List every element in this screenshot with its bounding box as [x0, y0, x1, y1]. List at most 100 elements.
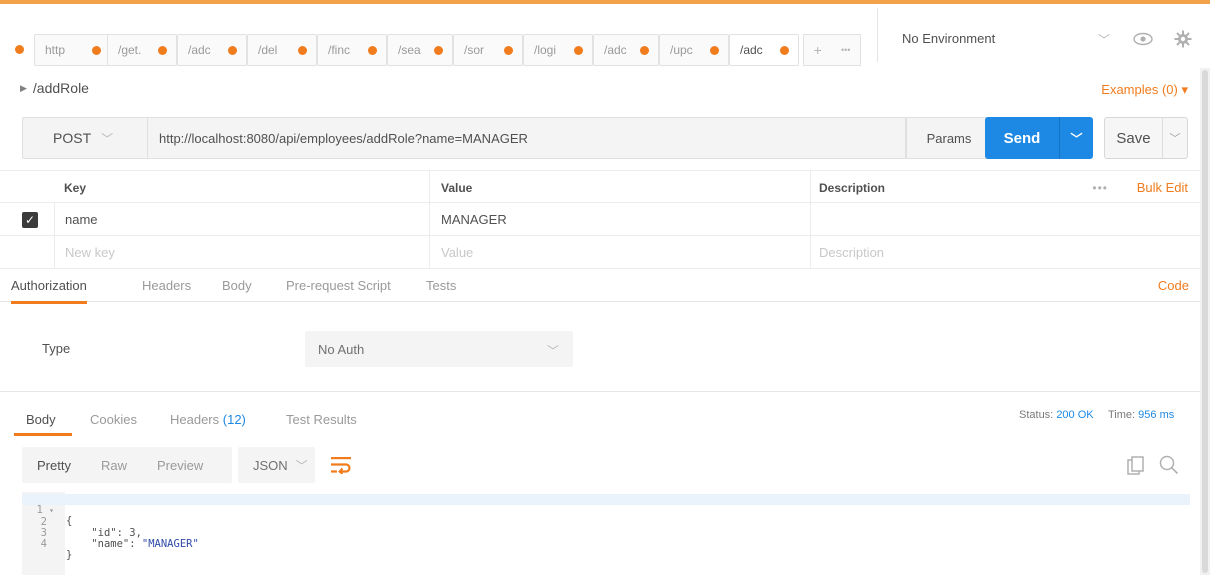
request-name-toggle[interactable]: ▶ /addRole: [20, 80, 89, 96]
tab-label: http: [45, 43, 66, 57]
page-scrollbar[interactable]: [1200, 68, 1210, 575]
format-preview[interactable]: Preview: [142, 458, 218, 473]
send-button[interactable]: Send ﹀: [985, 117, 1093, 159]
row-enabled-checkbox[interactable]: ✓: [22, 211, 38, 228]
more-tabs-button[interactable]: •••: [841, 45, 850, 55]
chevron-down-icon: ﹀: [101, 131, 114, 146]
active-tab-indicator: [14, 433, 72, 436]
unsaved-dot: [92, 46, 101, 55]
tab-label: /sea: [398, 43, 421, 57]
request-tab[interactable]: /sea: [387, 34, 453, 66]
request-tab[interactable]: /finc: [317, 34, 387, 66]
new-tab-button[interactable]: +: [814, 42, 822, 58]
response-body-viewer[interactable]: 1 ▾ { 2 "id": 3, 3 "name": "MANAGER" 4 }: [22, 492, 1190, 575]
request-tab[interactable]: /logi: [523, 34, 593, 66]
request-tab[interactable]: http: [34, 34, 111, 66]
save-label: Save: [1116, 129, 1151, 147]
request-tab[interactable]: /get.: [107, 34, 177, 66]
tab-pre-request-script[interactable]: Pre-request Script: [286, 278, 391, 293]
scrollbar-thumb[interactable]: [1202, 70, 1208, 573]
more-options-button[interactable]: •••: [1092, 181, 1108, 195]
headers-count-badge: (12): [222, 412, 246, 427]
chevron-down-icon: ﹀: [295, 458, 308, 473]
chevron-down-icon: ﹀: [1097, 33, 1110, 47]
generate-code-link[interactable]: Code: [1158, 278, 1189, 293]
response-tab-body[interactable]: Body: [26, 412, 56, 427]
unsaved-dot: [15, 45, 24, 54]
unsaved-dot: [228, 46, 237, 55]
request-tab[interactable]: /adc: [593, 34, 659, 66]
divider: [0, 391, 1200, 392]
request-tab[interactable]: /sor: [453, 34, 523, 66]
new-key-input[interactable]: New key: [54, 236, 429, 269]
json-key: "name": [91, 538, 130, 550]
format-pretty[interactable]: Pretty: [22, 458, 86, 473]
row-checkbox-cell: ✓: [22, 203, 54, 236]
method-select[interactable]: POST ﹀: [22, 117, 148, 159]
line-number: 4: [40, 538, 47, 550]
response-status: Status: 200 OK: [1019, 409, 1094, 421]
request-tab[interactable]: /adc: [177, 34, 247, 66]
response-tab-test-results[interactable]: Test Results: [286, 412, 357, 427]
divider: [877, 8, 878, 62]
gear-icon: [1174, 30, 1192, 48]
response-time: Time: 956 ms: [1108, 409, 1174, 421]
time-value: 956 ms: [1138, 409, 1175, 421]
auth-type-label: Type: [42, 341, 71, 356]
key-column-header: Key: [64, 180, 87, 195]
tab-authorization[interactable]: Authorization: [11, 278, 87, 304]
caret-right-icon: ▶: [20, 82, 27, 93]
url-input[interactable]: http://localhost:8080/api/employees/addR…: [148, 117, 906, 159]
table-row: ✓ name MANAGER: [0, 203, 1200, 236]
value-column-header: Value: [429, 171, 810, 204]
code-line: 4 }: [22, 528, 1190, 561]
tab-body[interactable]: Body: [222, 278, 252, 293]
language-select[interactable]: JSON ﹀: [238, 447, 315, 483]
environment-settings-button[interactable]: [1166, 22, 1200, 56]
params-table-header: Key Value Description ••• Bulk Edit: [0, 170, 1200, 204]
time-label: Time:: [1108, 409, 1136, 421]
tab-label: /adc: [604, 43, 627, 57]
request-tab[interactable]: /del: [247, 34, 317, 66]
param-value-input[interactable]: MANAGER: [429, 203, 810, 236]
url-value: http://localhost:8080/api/employees/addR…: [159, 130, 528, 146]
unsaved-dot: [368, 46, 377, 55]
examples-dropdown[interactable]: Examples (0) ▾: [1101, 82, 1188, 98]
param-description-input[interactable]: [810, 203, 1200, 236]
tab-label: /upc: [670, 43, 693, 57]
request-tab[interactable]: /upc: [659, 34, 729, 66]
response-tab-cookies[interactable]: Cookies: [90, 412, 137, 427]
new-description-input[interactable]: Description: [810, 236, 1200, 269]
brace: }: [66, 549, 73, 561]
response-tab-headers[interactable]: Headers (12): [170, 412, 246, 427]
new-value-input[interactable]: Value: [429, 236, 810, 269]
request-tab-active[interactable]: /adc: [729, 34, 799, 66]
status-value: 200 OK: [1056, 409, 1094, 421]
eye-icon: [1133, 32, 1153, 46]
copy-response-button[interactable]: [1127, 456, 1145, 479]
json-string: "MANAGER": [141, 538, 199, 550]
chevron-down-icon[interactable]: ﹀: [1163, 130, 1187, 146]
auth-type-select[interactable]: No Auth ﹀: [305, 331, 573, 367]
params-button[interactable]: Params: [906, 117, 992, 159]
bulk-edit-link[interactable]: Bulk Edit: [1137, 180, 1188, 195]
search-response-button[interactable]: [1159, 455, 1179, 478]
unsaved-dot: [504, 46, 513, 55]
format-raw[interactable]: Raw: [86, 458, 142, 473]
environment-select[interactable]: No Environment ﹀: [890, 20, 1116, 56]
chevron-down-icon[interactable]: ﹀: [1060, 130, 1093, 147]
format-toggle-group: Pretty Raw Preview: [22, 447, 232, 483]
unsaved-dot: [574, 46, 583, 55]
request-name: /addRole: [32, 80, 89, 96]
tab-headers[interactable]: Headers: [142, 278, 191, 293]
wrap-lines-button[interactable]: [326, 451, 356, 479]
param-key-input[interactable]: name: [54, 203, 429, 236]
tab-tests[interactable]: Tests: [426, 278, 456, 293]
unsaved-dot: [298, 46, 307, 55]
unsaved-dot: [434, 46, 443, 55]
environment-quick-look-button[interactable]: [1126, 22, 1160, 56]
save-button[interactable]: Save ﹀: [1104, 117, 1188, 159]
code-line: 2 "id": 3,: [22, 506, 1190, 539]
new-param-row: New key Value Description: [0, 236, 1200, 269]
headers-tab-label: Headers: [170, 412, 220, 427]
